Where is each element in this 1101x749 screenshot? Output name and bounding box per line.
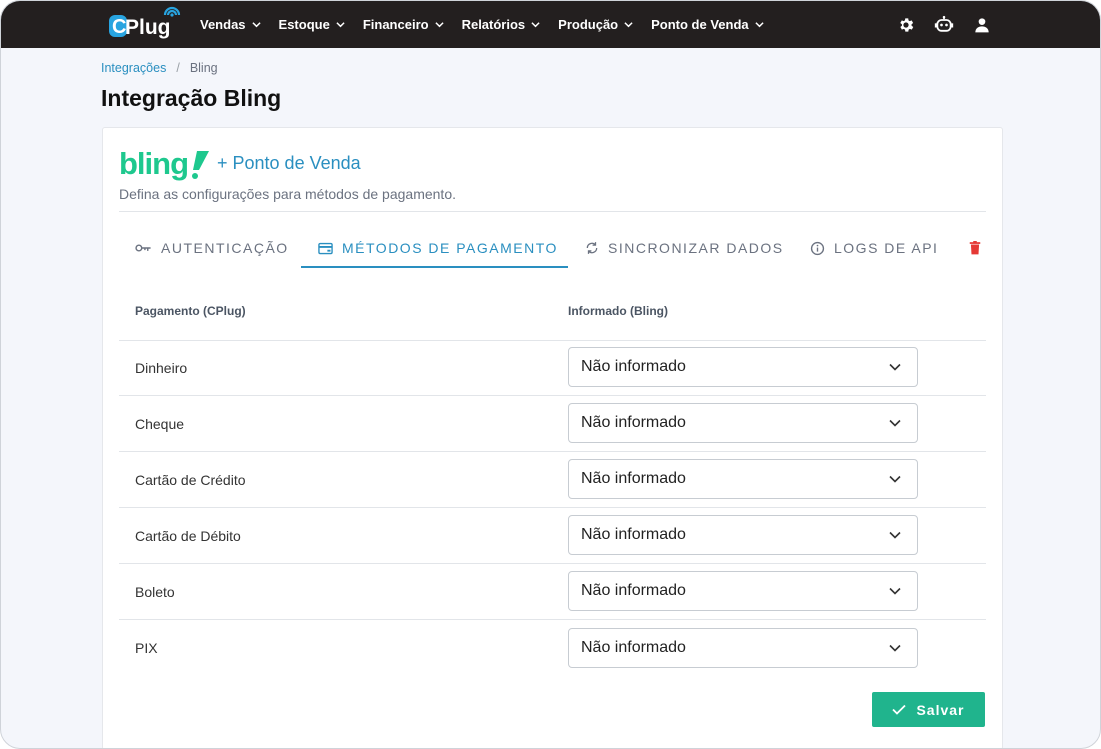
menu-label: Ponto de Venda xyxy=(651,17,749,32)
breadcrumb: Integrações / Bling xyxy=(101,61,218,75)
robot-icon[interactable] xyxy=(934,15,954,35)
card-header: bling + Ponto de Venda xyxy=(119,144,361,182)
chevron-down-icon xyxy=(889,475,901,483)
breadcrumb-link-integracoes[interactable]: Integrações xyxy=(101,61,166,75)
select-value: Não informado xyxy=(581,639,686,656)
divider xyxy=(119,211,986,212)
chevron-down-icon xyxy=(889,644,901,652)
save-button[interactable]: Salvar xyxy=(872,692,985,727)
menu-estoque[interactable]: Estoque xyxy=(279,17,345,32)
column-header-informado: Informado (Bling) xyxy=(568,304,668,318)
credit-card-icon xyxy=(318,242,333,254)
select-value: Não informado xyxy=(581,582,686,599)
table-row: Cartão de Crédito Não informado xyxy=(119,452,986,508)
bling-payment-select[interactable]: Não informado xyxy=(568,515,918,555)
select-value: Não informado xyxy=(581,358,686,375)
menu-label: Relatórios xyxy=(461,17,526,32)
chevron-down-icon xyxy=(755,22,764,28)
chevron-down-icon xyxy=(889,587,901,595)
chevron-down-icon xyxy=(889,363,901,371)
breadcrumb-separator: / xyxy=(176,61,180,75)
key-icon xyxy=(135,244,151,252)
trash-icon xyxy=(969,241,981,255)
chevron-down-icon xyxy=(251,22,261,28)
select-value: Não informado xyxy=(581,526,686,543)
app-window: C Plug Vendas Estoque Financeiro Relatór… xyxy=(0,0,1101,749)
tab-bar: AUTENTICAÇÃO MÉTODOS DE PAGAMENTO SINCRO… xyxy=(119,228,986,268)
tab-logs-de-api[interactable]: LOGS DE API xyxy=(810,228,938,268)
chevron-down-icon xyxy=(889,531,901,539)
save-label: Salvar xyxy=(916,701,965,718)
payment-method-label: Cartão de Débito xyxy=(135,528,241,544)
menu-producao[interactable]: Produção xyxy=(558,17,633,32)
card-heading: + Ponto de Venda xyxy=(217,152,361,173)
main-menu: Vendas Estoque Financeiro Relatórios Pro… xyxy=(200,1,782,48)
column-header-pagamento: Pagamento (CPlug) xyxy=(135,304,246,318)
table-row: PIX Não informado xyxy=(119,620,986,675)
menu-ponto-de-venda[interactable]: Ponto de Venda xyxy=(651,17,764,32)
bling-logo: bling xyxy=(119,146,209,181)
payment-method-label: Cartão de Crédito xyxy=(135,472,246,488)
payment-method-label: Boleto xyxy=(135,584,175,600)
select-value: Não informado xyxy=(581,470,686,487)
breadcrumb-current: Bling xyxy=(189,61,218,75)
sync-icon xyxy=(586,242,598,254)
bling-payment-select[interactable]: Não informado xyxy=(568,347,918,387)
menu-relatorios[interactable]: Relatórios xyxy=(462,17,541,32)
cplug-logo[interactable]: C Plug xyxy=(109,3,187,43)
payment-method-label: Cheque xyxy=(135,416,185,432)
tab-label: MÉTODOS DE PAGAMENTO xyxy=(342,240,558,256)
menu-label: Vendas xyxy=(200,17,246,32)
user-icon[interactable] xyxy=(972,15,992,35)
menu-vendas[interactable]: Vendas xyxy=(200,17,261,32)
tab-metodos-de-pagamento[interactable]: MÉTODOS DE PAGAMENTO xyxy=(318,228,558,268)
active-tab-indicator xyxy=(301,266,568,268)
page-title: Integração Bling xyxy=(101,85,282,111)
navbar-actions xyxy=(878,1,992,48)
chevron-down-icon xyxy=(624,22,633,28)
delete-integration-button[interactable] xyxy=(969,228,990,268)
svg-text:Plug: Plug xyxy=(125,16,171,39)
table-row: Boleto Não informado xyxy=(119,564,986,620)
select-value: Não informado xyxy=(581,414,686,431)
chevron-down-icon xyxy=(889,419,901,427)
tab-label: AUTENTICAÇÃO xyxy=(161,240,289,256)
payment-method-label: PIX xyxy=(135,640,158,656)
check-icon xyxy=(892,704,907,715)
bling-payment-select[interactable]: Não informado xyxy=(568,571,918,611)
bling-payment-select[interactable]: Não informado xyxy=(568,628,918,668)
tab-label: SINCRONIZAR DADOS xyxy=(608,240,784,256)
payment-method-label: Dinheiro xyxy=(135,360,188,376)
chevron-down-icon xyxy=(531,22,540,28)
top-navbar: C Plug Vendas Estoque Financeiro Relatór… xyxy=(1,1,1100,48)
table-row: Cartão de Débito Não informado xyxy=(119,508,986,564)
integration-card: bling + Ponto de Venda Defina as configu… xyxy=(102,127,1003,748)
menu-label: Financeiro xyxy=(362,17,429,32)
tab-autenticacao[interactable]: AUTENTICAÇÃO xyxy=(135,228,289,268)
menu-label: Estoque xyxy=(278,17,330,32)
info-icon xyxy=(810,241,825,255)
svg-text:bling: bling xyxy=(119,146,188,181)
gear-icon[interactable] xyxy=(896,15,916,35)
card-description: Defina as configurações para métodos de … xyxy=(119,186,456,202)
bling-payment-select[interactable]: Não informado xyxy=(568,459,918,499)
table-row: Dinheiro Não informado xyxy=(119,340,986,396)
chevron-down-icon xyxy=(434,22,444,28)
tab-sincronizar-dados[interactable]: SINCRONIZAR DADOS xyxy=(585,228,784,268)
menu-financeiro[interactable]: Financeiro xyxy=(363,17,444,32)
table-row: Cheque Não informado xyxy=(119,396,986,452)
menu-label: Produção xyxy=(558,17,619,32)
tab-label: LOGS DE API xyxy=(834,240,939,256)
chevron-down-icon xyxy=(336,22,345,28)
table-header: Pagamento (CPlug) Informado (Bling) xyxy=(119,288,986,341)
bling-payment-select[interactable]: Não informado xyxy=(568,403,918,443)
